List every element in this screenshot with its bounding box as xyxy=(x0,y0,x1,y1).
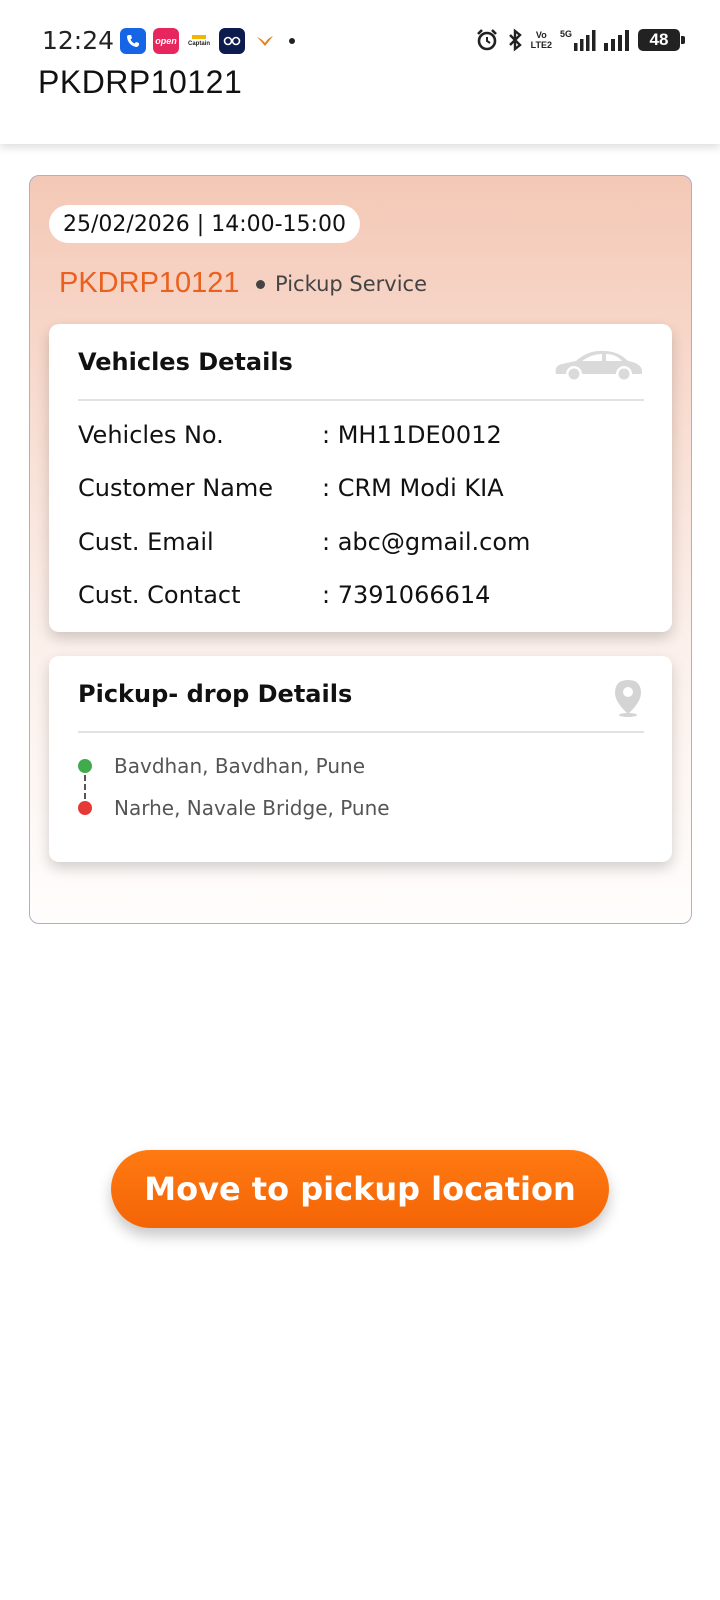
customer-email-row: Cust. Email : abc@gmail.com xyxy=(78,528,644,562)
row-label: Cust. Contact xyxy=(78,581,241,609)
booking-card: 25/02/2026 | 14:00-15:00 PKDRP10121 Pick… xyxy=(29,175,692,924)
volte-icon: Vo LTE2 xyxy=(530,30,552,50)
row-value: : CRM Modi KIA xyxy=(322,474,504,502)
customer-name-row: Customer Name : CRM Modi KIA xyxy=(78,474,644,508)
pickup-drop-panel: Pickup- drop Details Bavdhan, Bavdhan, P… xyxy=(49,656,672,862)
vehicle-number-row: Vehicles No. : MH11DE0012 xyxy=(78,421,644,455)
drop-dot-icon xyxy=(78,801,92,815)
status-time: 12:24 xyxy=(42,26,115,55)
row-label: Cust. Email xyxy=(78,528,214,556)
service-type: Pickup Service xyxy=(256,272,427,296)
divider xyxy=(78,399,644,401)
bluetooth-icon xyxy=(507,28,523,52)
bird-app-icon xyxy=(252,28,278,54)
battery-icon: 48 xyxy=(638,29,685,51)
signal-5g-icon: 5G xyxy=(560,29,596,51)
location-pin-icon xyxy=(612,678,644,723)
page-title: PKDRP10121 xyxy=(38,64,243,100)
vehicle-details-panel: Vehicles Details Vehicles No. : MH11DE00… xyxy=(49,324,672,632)
phone-app-icon xyxy=(120,28,146,54)
drop-address: Narhe, Navale Bridge, Pune xyxy=(114,796,390,820)
row-value[interactable]: : 7391066614 xyxy=(322,581,490,609)
signal-icon xyxy=(604,29,630,51)
alarm-icon xyxy=(475,28,499,52)
bullet-icon xyxy=(256,279,265,289)
open-app-icon: open xyxy=(153,28,179,54)
notification-icons: open Captain xyxy=(120,28,295,54)
goggles-app-icon xyxy=(219,28,245,54)
pickup-dot-icon xyxy=(78,759,92,773)
pickup-address: Bavdhan, Bavdhan, Pune xyxy=(114,754,366,778)
car-icon xyxy=(552,346,644,389)
move-to-pickup-button[interactable]: Move to pickup location xyxy=(111,1150,609,1228)
row-label: Customer Name xyxy=(78,474,274,502)
system-icons: Vo LTE2 5G 48 xyxy=(475,28,685,52)
pickup-drop-title: Pickup- drop Details xyxy=(78,680,353,708)
status-bar: 12:24 open Captain Vo LTE2 5G 48 xyxy=(0,0,720,64)
captain-app-icon: Captain xyxy=(186,28,212,54)
booking-id: PKDRP10121 xyxy=(59,267,240,299)
vehicle-details-title: Vehicles Details xyxy=(78,348,293,376)
row-value: : MH11DE0012 xyxy=(322,421,502,449)
more-notifications-icon xyxy=(289,38,295,44)
time-slot-badge: 25/02/2026 | 14:00-15:00 xyxy=(49,205,360,243)
row-label: Vehicles No. xyxy=(78,421,224,449)
service-type-label: Pickup Service xyxy=(275,272,428,296)
row-value[interactable]: : abc@gmail.com xyxy=(322,528,530,556)
divider xyxy=(78,731,644,733)
customer-contact-row: Cust. Contact : 7391066614 xyxy=(78,581,644,615)
